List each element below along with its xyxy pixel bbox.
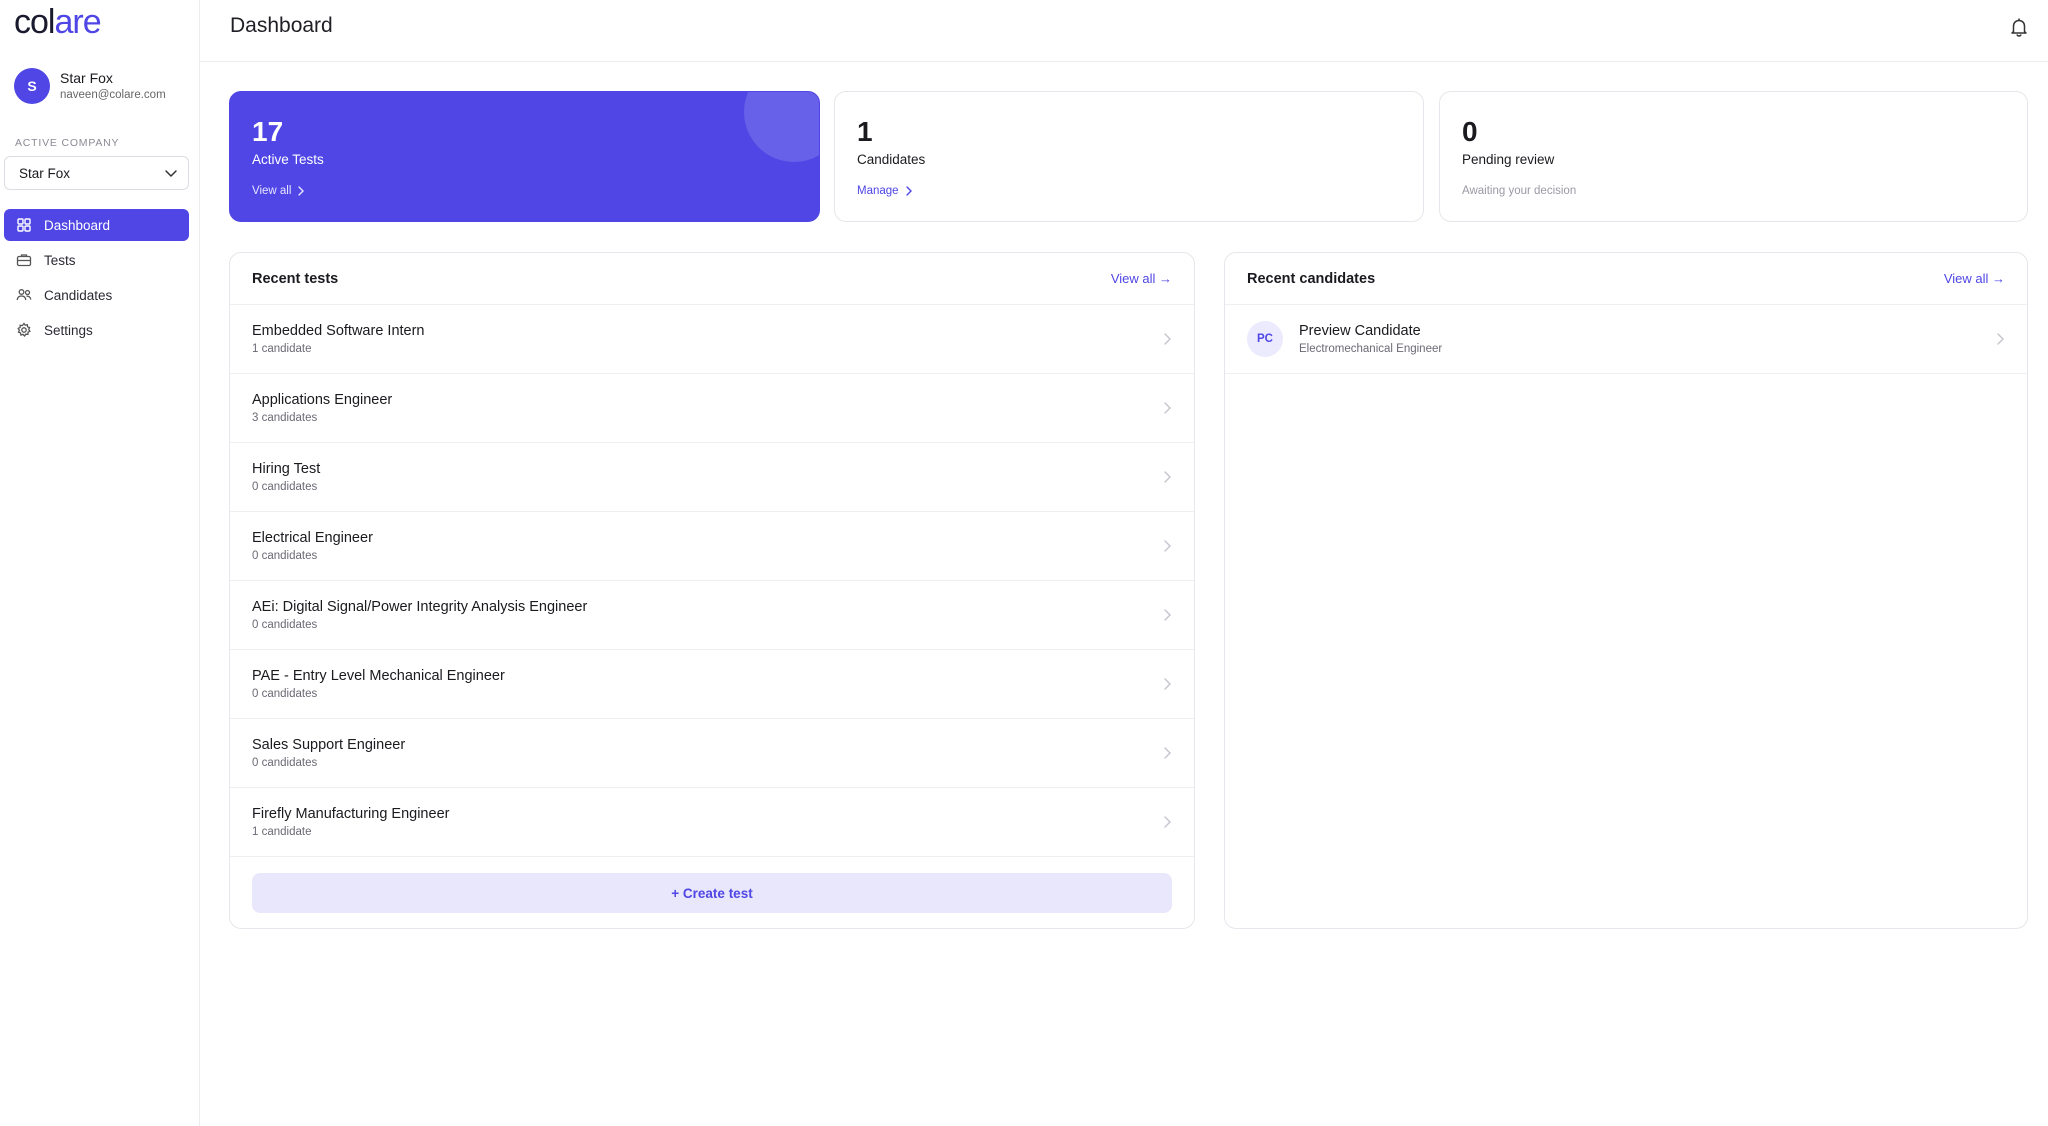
stat-card-active-tests: 17 Active Tests View all <box>229 91 820 222</box>
view-all-tests-button[interactable]: View all → <box>1111 271 1172 286</box>
stat-value: 1 <box>857 116 873 147</box>
stat-label: Candidates <box>857 152 926 167</box>
gear-icon <box>16 322 32 338</box>
avatar: S <box>14 68 50 104</box>
table-row[interactable]: Electrical Engineer 0 candidates <box>230 512 1194 581</box>
test-name: AEi: Digital Signal/Power Integrity Anal… <box>252 598 588 615</box>
candidate-count: 0 candidates <box>252 687 318 700</box>
users-icon <box>16 287 32 303</box>
sidebar-item-label: Settings <box>44 322 93 338</box>
sidebar-item-label: Candidates <box>44 287 113 303</box>
tests-list: Embedded Software Intern 1 candidate Appli… <box>230 305 1194 857</box>
chevron-right-icon <box>1164 471 1171 483</box>
test-name: Electrical Engineer <box>252 529 373 546</box>
view-all-tests-link[interactable]: View all <box>252 185 305 197</box>
grid-icon <box>16 217 32 233</box>
company-select-value: Star Fox <box>19 165 71 181</box>
list-item[interactable]: PC Preview Candidate Electromechanical Eng… <box>1225 305 2027 374</box>
chevron-right-icon <box>1164 540 1171 552</box>
user-email: naveen@colare.com <box>60 89 166 101</box>
candidate-count: 3 candidates <box>252 411 318 424</box>
test-name: Sales Support Engineer <box>252 736 406 753</box>
table-row[interactable]: Firefly Manufacturing Engineer 1 candidat… <box>230 788 1194 857</box>
avatar: PC <box>1247 321 1283 357</box>
candidate-count: 1 candidate <box>252 825 312 838</box>
chevron-right-icon <box>1164 816 1171 828</box>
page-title: Dashboard <box>230 14 333 37</box>
stat-label: Pending review <box>1462 152 1555 167</box>
test-name: Firefly Manufacturing Engineer <box>252 805 450 822</box>
sidebar-nav: Dashboard Tests Candidates Settings <box>4 209 189 349</box>
recent-candidates-panel: Recent candidates View all → PC Preview C… <box>1224 252 2028 929</box>
colare-logo[interactable]: colare <box>14 2 102 42</box>
table-row[interactable]: PAE - Entry Level Mechanical Engineer 0 c… <box>230 650 1194 719</box>
candidates-list: PC Preview Candidate Electromechanical Eng… <box>1225 305 2027 374</box>
chevron-right-icon <box>1997 333 2004 345</box>
candidate-count: 1 candidate <box>252 342 312 355</box>
stat-note: Awaiting your decision <box>1462 185 1577 197</box>
sidebar-item-tests[interactable]: Tests <box>4 244 189 276</box>
sidebar-item-settings[interactable]: Settings <box>4 314 189 346</box>
sidebar-item-label: Tests <box>44 252 76 268</box>
stat-value: 0 <box>1462 116 1478 147</box>
logo-text-part2: are <box>54 3 101 41</box>
sidebar-item-candidates[interactable]: Candidates <box>4 279 189 311</box>
sidebar: colare S Star Fox naveen@colare.com ACTI… <box>0 0 200 1126</box>
recent-tests-panel: Recent tests View all → Embedded Softwar… <box>229 252 1195 929</box>
bell-icon[interactable] <box>2008 16 2030 38</box>
chevron-down-icon <box>165 170 177 177</box>
test-name: Applications Engineer <box>252 391 393 408</box>
panel-title: Recent candidates <box>1247 270 1376 287</box>
candidate-count: 0 candidates <box>252 618 318 631</box>
user-name: Star Fox <box>60 70 113 86</box>
table-row[interactable]: Embedded Software Intern 1 candidate <box>230 305 1194 374</box>
chevron-right-icon <box>1164 402 1171 414</box>
candidate-count: 0 candidates <box>252 756 318 769</box>
table-row[interactable]: Hiring Test 0 candidates <box>230 443 1194 512</box>
sidebar-item-label: Dashboard <box>44 217 111 233</box>
chevron-right-icon <box>905 186 912 196</box>
candidate-count: 0 candidates <box>252 549 318 562</box>
stat-card-candidates: 1 Candidates Manage <box>834 91 1424 222</box>
chevron-right-icon <box>1164 678 1171 690</box>
sidebar-item-dashboard[interactable]: Dashboard <box>4 209 189 241</box>
decorative-circle <box>744 92 819 162</box>
stat-label: Active Tests <box>252 152 324 167</box>
chevron-right-icon <box>298 186 305 196</box>
chevron-right-icon <box>1164 747 1171 759</box>
briefcase-icon <box>16 252 32 268</box>
logo-text-part1: col <box>14 3 55 41</box>
page-header: Dashboard <box>200 0 2048 62</box>
chevron-right-icon <box>1164 333 1171 345</box>
chevron-right-icon <box>1164 609 1171 621</box>
test-name: Hiring Test <box>252 460 321 477</box>
company-select[interactable]: Star Fox <box>4 156 189 190</box>
candidate-count: 0 candidates <box>252 480 318 493</box>
table-row[interactable]: Applications Engineer 3 candidates <box>230 374 1194 443</box>
stat-value: 17 <box>252 116 284 147</box>
candidate-name: Preview Candidate <box>1299 322 1421 339</box>
test-name: PAE - Entry Level Mechanical Engineer <box>252 667 505 684</box>
manage-candidates-link[interactable]: Manage <box>857 185 913 197</box>
panel-title: Recent tests <box>252 270 339 287</box>
create-test-button[interactable]: + Create test <box>252 873 1172 913</box>
active-company-label: ACTIVE COMPANY <box>15 137 120 149</box>
view-all-candidates-button[interactable]: View all → <box>1944 271 2005 286</box>
user-profile[interactable]: S Star Fox naveen@colare.com <box>14 68 166 104</box>
table-row[interactable]: AEi: Digital Signal/Power Integrity Anal… <box>230 581 1194 650</box>
test-name: Embedded Software Intern <box>252 322 425 339</box>
candidate-role: Electromechanical Engineer <box>1299 342 1443 355</box>
link-text: View all <box>252 185 292 197</box>
stat-card-pending-review: 0 Pending review Awaiting your decision <box>1439 91 2028 222</box>
table-row[interactable]: Sales Support Engineer 0 candidates <box>230 719 1194 788</box>
link-text: Manage <box>857 185 899 197</box>
